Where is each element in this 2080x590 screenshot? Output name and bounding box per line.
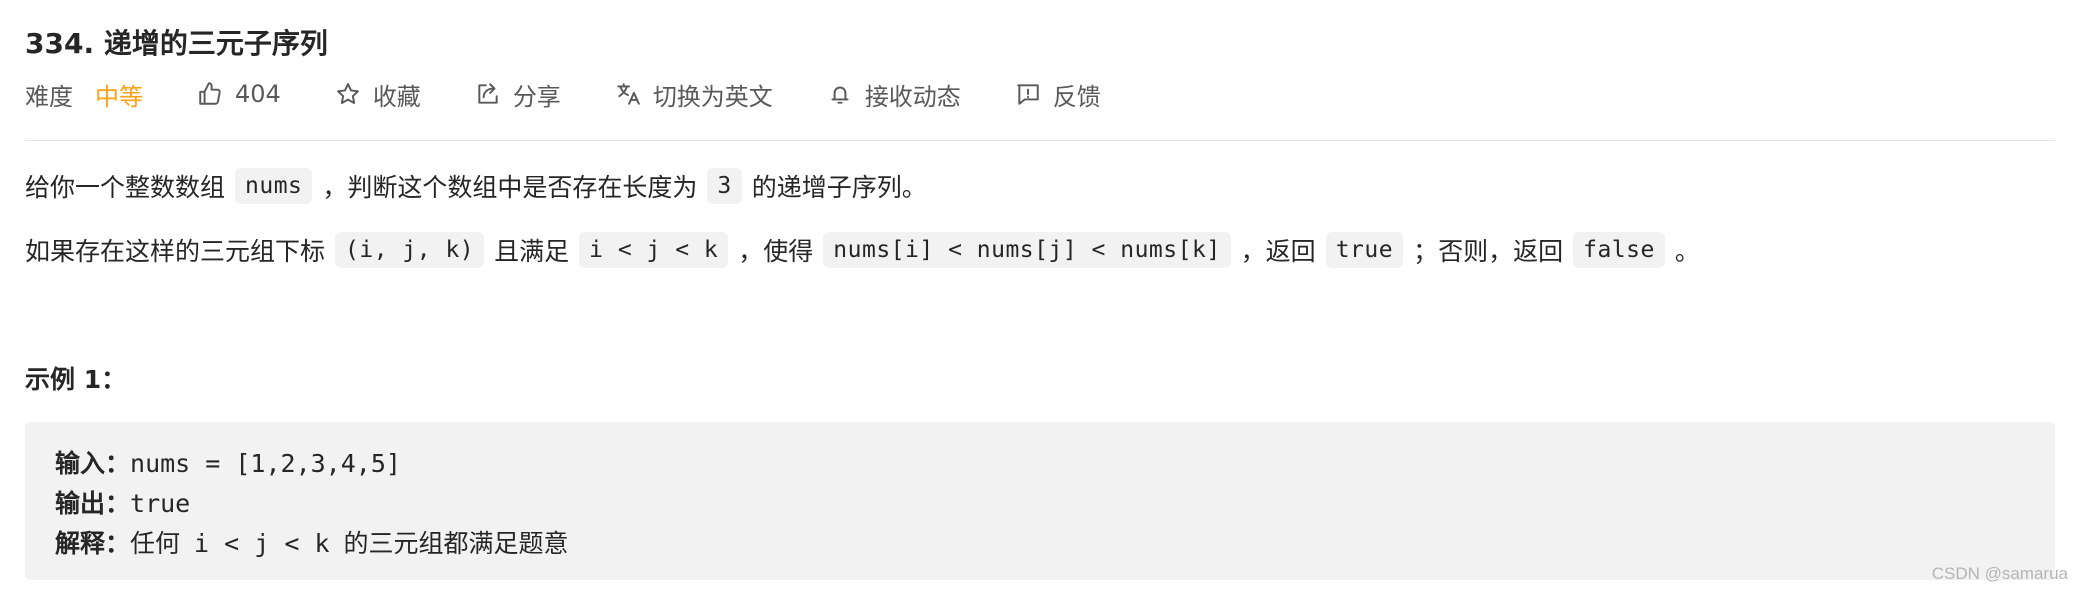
example-output-line: 输出： true: [55, 484, 190, 520]
text: 。: [1674, 237, 1700, 266]
difficulty-value: 中等: [95, 82, 143, 111]
text: ；否则，返回: [1413, 237, 1564, 266]
subscribe-label: 接收动态: [864, 82, 961, 111]
description-paragraph-1: 给你一个整数数组 nums ，判断这个数组中是否存在长度为 3 的递增子序列。: [25, 168, 927, 204]
switch-language-label: 切换为英文: [652, 82, 773, 111]
text: ，返回: [1240, 237, 1316, 266]
input-value: nums = [1,2,3,4,5]: [130, 449, 401, 478]
text: 如果存在这样的三元组下标: [25, 237, 326, 266]
difficulty: 难度 中等: [25, 77, 143, 112]
feedback-icon: [1015, 81, 1041, 107]
subscribe-button[interactable]: 接收动态: [827, 77, 961, 112]
explain-code: i < j < k: [194, 529, 330, 558]
star-icon: [335, 81, 361, 107]
feedback-label: 反馈: [1052, 82, 1101, 111]
collect-label: 收藏: [372, 82, 421, 111]
header-divider: [25, 140, 2055, 141]
bell-icon: [827, 81, 853, 107]
translate-icon: [615, 81, 641, 107]
example-input-line: 输入： nums = [1,2,3,4,5]: [55, 444, 401, 480]
feedback-button[interactable]: 反馈: [1015, 77, 1101, 112]
thumbs-up-icon: [197, 81, 223, 107]
output-value: true: [130, 489, 191, 518]
text: 的递增子序列。: [751, 173, 927, 202]
inline-code: nums[i] < nums[j] < nums[k]: [823, 232, 1231, 268]
switch-language-button[interactable]: 切换为英文: [615, 77, 773, 112]
inline-code: false: [1573, 232, 1665, 268]
inline-code: nums: [235, 168, 313, 204]
share-icon: [475, 81, 501, 107]
problem-title: 334. 递增的三元子序列: [25, 27, 328, 60]
explain-text: 的三元组都满足题意: [343, 529, 569, 558]
example-box: 输入： nums = [1,2,3,4,5] 输出： true 解释： 任何 i…: [25, 422, 2055, 580]
watermark: CSDN @samarua: [1931, 564, 2068, 583]
example-explanation-line: 解释： 任何 i < j < k 的三元组都满足题意: [55, 524, 569, 560]
problem-meta-bar: 难度 中等 404 收藏 分享 切换为英文 接收动态 反馈: [25, 76, 1155, 112]
inline-code: true: [1325, 232, 1404, 268]
share-label: 分享: [512, 82, 561, 111]
input-label: 输入：: [55, 449, 131, 478]
explain-text: 任何: [130, 529, 181, 558]
share-button[interactable]: 分享: [475, 77, 561, 112]
difficulty-label: 难度: [25, 82, 73, 111]
inline-code: i < j < k: [579, 232, 729, 268]
text: ，使得: [738, 237, 814, 266]
inline-code: 3: [707, 168, 742, 204]
text: 且满足: [494, 237, 570, 266]
likes-count: 404: [235, 80, 281, 108]
text: ，判断这个数组中是否存在长度为: [322, 173, 698, 202]
explain-label: 解释：: [55, 529, 131, 558]
inline-code: (i, j, k): [335, 232, 485, 268]
output-label: 输出：: [55, 489, 131, 518]
text: 给你一个整数数组: [25, 173, 226, 202]
like-button[interactable]: 404: [197, 80, 281, 108]
collect-button[interactable]: 收藏: [335, 77, 421, 112]
description-paragraph-2: 如果存在这样的三元组下标 (i, j, k) 且满足 i < j < k ，使得…: [25, 232, 1700, 268]
example-title: 示例 1：: [25, 365, 127, 394]
